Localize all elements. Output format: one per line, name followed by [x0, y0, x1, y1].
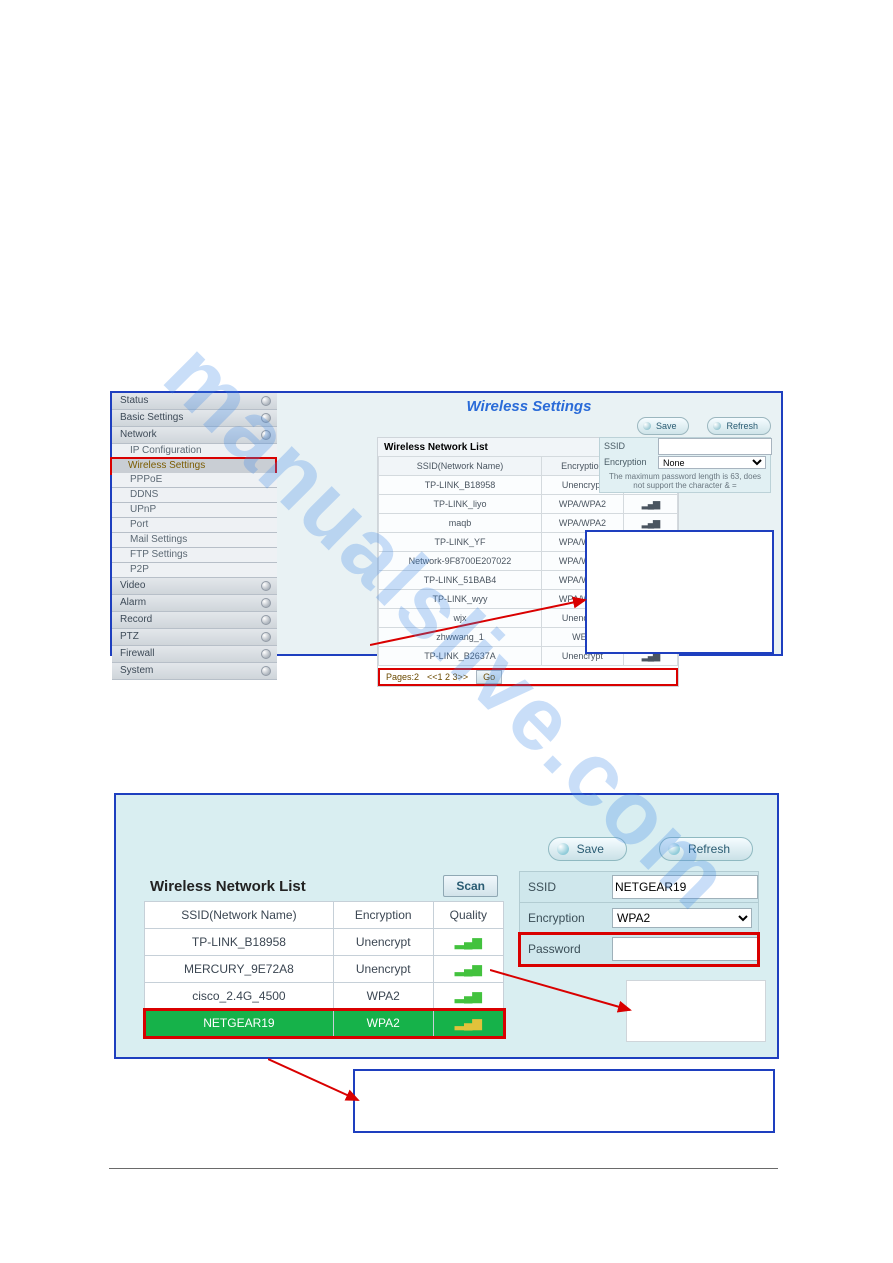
pager: Pages:2 <<1 2 3>> Go [378, 668, 678, 686]
expand-icon [261, 581, 271, 591]
password-label: Password [520, 942, 606, 956]
table-row[interactable]: TP-LINK_liyoWPA/WPA2▂▄▆ [379, 495, 678, 514]
save-button[interactable]: Save [637, 417, 690, 435]
expand-icon [261, 649, 271, 659]
toolbar: Save Refresh [548, 837, 753, 861]
encryption-label: Encryption [600, 457, 658, 467]
table-row[interactable]: cisco_2.4G_4500WPA2▂▄▆ [145, 983, 504, 1010]
sidebar-item-status[interactable]: Status [112, 393, 277, 410]
expand-icon [261, 615, 271, 625]
sidebar-sub-port[interactable]: Port [112, 518, 277, 533]
list-title: Wireless Network List [150, 878, 306, 895]
sidebar-sub-mail-settings[interactable]: Mail Settings [112, 533, 277, 548]
signal-icon: ▂▄▆ [455, 935, 482, 949]
signal-icon: ▂▄▆ [455, 962, 482, 976]
scan-button[interactable]: Scan [443, 875, 498, 897]
blank-area [626, 980, 766, 1042]
signal-icon: ▂▄▆ [455, 989, 482, 1003]
connection-form: SSID Encryption WPA2 Password [519, 871, 759, 966]
table-row[interactable]: TP-LINK_B18958Unencrypt▂▄▆ [145, 929, 504, 956]
sidebar-item-ptz[interactable]: PTZ [112, 629, 277, 646]
encryption-select[interactable]: WPA2 [612, 908, 752, 928]
expand-icon [261, 598, 271, 608]
callout-box [353, 1069, 775, 1133]
pager-links[interactable]: <<1 2 3>> [427, 670, 468, 684]
refresh-button[interactable]: Refresh [659, 837, 753, 861]
sidebar-sub-ddns[interactable]: DDNS [112, 488, 277, 503]
table-row-selected[interactable]: NETGEAR19WPA2▂▄▆ [145, 1010, 504, 1037]
col-ssid: SSID(Network Name) [379, 457, 542, 476]
sidebar: Status Basic Settings Network IP Configu… [112, 393, 278, 654]
expand-icon [261, 430, 271, 440]
sidebar-sub-upnp[interactable]: UPnP [112, 503, 277, 518]
signal-icon: ▂▄▆ [623, 495, 677, 514]
expand-icon [261, 632, 271, 642]
sidebar-item-record[interactable]: Record [112, 612, 277, 629]
ssid-input[interactable] [658, 438, 772, 455]
expand-icon [261, 666, 271, 676]
refresh-button[interactable]: Refresh [707, 417, 771, 435]
network-list-panel: Wireless Network List Scan SSID(Network … [144, 871, 504, 1037]
callout-box [585, 530, 774, 654]
expand-icon [261, 396, 271, 406]
toolbar: Save Refresh [637, 417, 771, 435]
pager-go-button[interactable]: Go [476, 670, 502, 684]
sidebar-sub-p2p[interactable]: P2P [112, 563, 277, 578]
signal-icon: ▂▄▆ [455, 1016, 482, 1030]
col-encryption: Encryption [333, 902, 433, 929]
ssid-label: SSID [520, 880, 606, 894]
expand-icon [261, 413, 271, 423]
list-title: Wireless Network List [384, 442, 488, 453]
encryption-select[interactable]: None [658, 456, 766, 469]
col-ssid: SSID(Network Name) [145, 902, 334, 929]
sidebar-item-alarm[interactable]: Alarm [112, 595, 277, 612]
password-input[interactable] [612, 937, 758, 961]
save-button[interactable]: Save [548, 837, 627, 861]
ssid-input[interactable] [612, 875, 758, 899]
encryption-label: Encryption [520, 911, 606, 925]
divider [109, 1168, 778, 1169]
sidebar-item-video[interactable]: Video [112, 578, 277, 595]
sidebar-item-network[interactable]: Network [112, 427, 277, 444]
connection-form: SSID Encryption None The maximum passwor… [599, 437, 771, 493]
sidebar-item-firewall[interactable]: Firewall [112, 646, 277, 663]
sidebar-item-basic-settings[interactable]: Basic Settings [112, 410, 277, 427]
network-table: SSID(Network Name) Encryption Quality TP… [144, 901, 504, 1037]
pager-pages: Pages:2 [386, 670, 419, 684]
table-row[interactable]: MERCURY_9E72A8Unencrypt▂▄▆ [145, 956, 504, 983]
sidebar-sub-pppoe[interactable]: PPPoE [112, 473, 277, 488]
sidebar-item-system[interactable]: System [112, 663, 277, 680]
col-quality: Quality [433, 902, 503, 929]
password-hint: The maximum password length is 63, does … [600, 470, 770, 492]
ssid-label: SSID [600, 441, 658, 451]
sidebar-sub-ftp-settings[interactable]: FTP Settings [112, 548, 277, 563]
